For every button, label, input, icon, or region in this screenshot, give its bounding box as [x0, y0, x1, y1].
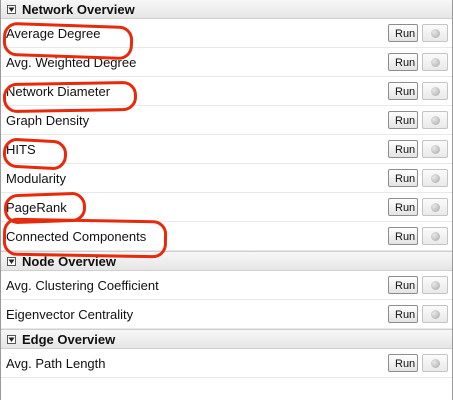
statistic-label: Eigenvector Centrality — [6, 306, 134, 322]
statistic-row-hits: HITS Run — [1, 135, 452, 164]
statistic-label: Avg. Clustering Coefficient — [6, 277, 159, 293]
status-indicator[interactable] — [422, 53, 448, 71]
statistic-row-network-diameter: Network Diameter Run — [1, 77, 452, 106]
statistic-label: Modularity — [6, 170, 66, 186]
status-dot-icon — [430, 309, 440, 319]
statistic-row-average-degree: Average Degree Run — [1, 19, 452, 48]
section-title: Edge Overview — [22, 331, 116, 347]
status-dot-icon — [430, 86, 440, 96]
section-edge-overview[interactable]: Edge Overview — [1, 329, 452, 349]
run-button[interactable]: Run — [388, 198, 418, 216]
status-dot-icon — [430, 57, 440, 67]
status-indicator[interactable] — [422, 140, 448, 158]
status-dot-icon — [430, 173, 440, 183]
status-dot-icon — [430, 358, 440, 368]
status-dot-icon — [430, 28, 440, 38]
run-button[interactable]: Run — [388, 276, 418, 294]
statistic-label: Network Diameter — [6, 83, 111, 99]
status-indicator[interactable] — [422, 198, 448, 216]
section-title: Network Overview — [22, 1, 135, 17]
status-dot-icon — [430, 202, 440, 212]
status-indicator[interactable] — [422, 24, 448, 42]
status-indicator[interactable] — [422, 82, 448, 100]
status-dot-icon — [430, 144, 440, 154]
run-button[interactable]: Run — [388, 354, 418, 372]
statistic-label: Graph Density — [6, 112, 90, 128]
section-title: Node Overview — [22, 253, 116, 269]
statistic-row-modularity: Modularity Run — [1, 164, 452, 193]
status-dot-icon — [430, 115, 440, 125]
statistic-row-graph-density: Graph Density Run — [1, 106, 452, 135]
run-button[interactable]: Run — [388, 227, 418, 245]
statistic-row-pagerank: PageRank Run — [1, 193, 452, 222]
section-network-overview[interactable]: Network Overview — [1, 0, 452, 19]
statistic-label: Connected Components — [6, 228, 147, 244]
status-indicator[interactable] — [422, 169, 448, 187]
collapse-toggle-icon[interactable] — [7, 4, 16, 14]
statistics-panel: Network Overview Average Degree Run Avg.… — [0, 0, 453, 400]
status-indicator[interactable] — [422, 354, 448, 372]
status-indicator[interactable] — [422, 305, 448, 323]
run-button[interactable]: Run — [388, 305, 418, 323]
run-button[interactable]: Run — [388, 53, 418, 71]
run-button[interactable]: Run — [388, 140, 418, 158]
statistic-row-eigenvector-centrality: Eigenvector Centrality Run — [1, 300, 452, 329]
status-indicator[interactable] — [422, 276, 448, 294]
statistic-row-avg-weighted-degree: Avg. Weighted Degree Run — [1, 48, 452, 77]
statistic-row-avg-clustering-coefficient: Avg. Clustering Coefficient Run — [1, 271, 452, 300]
run-button[interactable]: Run — [388, 24, 418, 42]
status-indicator[interactable] — [422, 111, 448, 129]
status-dot-icon — [430, 280, 440, 290]
statistic-label: PageRank — [6, 199, 67, 215]
statistic-label: HITS — [6, 141, 36, 157]
collapse-toggle-icon[interactable] — [7, 334, 16, 344]
statistic-row-connected-components: Connected Components Run — [1, 222, 452, 251]
run-button[interactable]: Run — [388, 82, 418, 100]
collapse-toggle-icon[interactable] — [7, 256, 16, 266]
section-node-overview[interactable]: Node Overview — [1, 251, 452, 271]
statistic-row-avg-path-length: Avg. Path Length Run — [1, 349, 452, 378]
run-button[interactable]: Run — [388, 169, 418, 187]
statistic-label: Avg. Path Length — [6, 355, 106, 371]
run-button[interactable]: Run — [388, 111, 418, 129]
statistic-label: Avg. Weighted Degree — [6, 54, 137, 70]
status-dot-icon — [430, 231, 440, 241]
status-indicator[interactable] — [422, 227, 448, 245]
statistic-label: Average Degree — [6, 25, 101, 41]
